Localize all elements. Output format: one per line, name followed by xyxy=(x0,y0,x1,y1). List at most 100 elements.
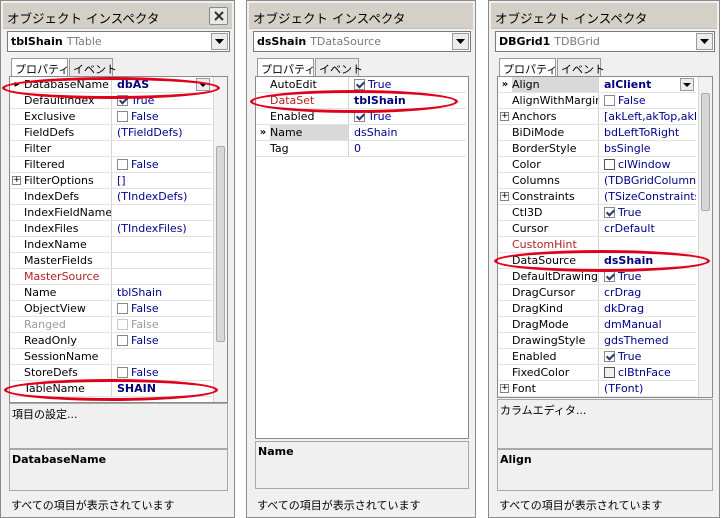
property-row[interactable]: Filtered False xyxy=(10,157,212,173)
property-row[interactable]: Filter xyxy=(10,141,212,157)
property-row[interactable]: Exclusive False xyxy=(10,109,212,125)
unchecked-checkbox[interactable] xyxy=(604,95,615,106)
property-row[interactable]: Name tblShain xyxy=(10,285,212,301)
property-value[interactable] xyxy=(114,269,212,284)
property-value[interactable]: False xyxy=(114,157,212,172)
property-value[interactable]: False xyxy=(601,93,696,108)
tab-properties[interactable]: プロパティ xyxy=(11,58,69,77)
title-bar[interactable]: オブジェクト インスペクタ xyxy=(249,3,473,29)
property-value[interactable]: (TIndexDefs) xyxy=(114,189,212,204)
checked-checkbox[interactable] xyxy=(117,95,128,106)
property-row[interactable]: Columns (TDBGridColumns) xyxy=(498,173,696,189)
value-dropdown-button[interactable] xyxy=(680,78,694,91)
property-value[interactable]: False xyxy=(114,109,212,124)
property-row[interactable]: MasterFields xyxy=(10,253,212,269)
property-value[interactable]: tblShain xyxy=(351,93,466,108)
tab-events[interactable]: イベント xyxy=(557,58,605,76)
property-row[interactable]: IndexDefs (TIndexDefs) xyxy=(10,189,212,205)
property-value[interactable]: crDrag xyxy=(601,285,696,300)
property-row[interactable]: IndexFieldName xyxy=(10,205,212,221)
tab-events[interactable]: イベント xyxy=(315,58,363,76)
property-row[interactable]: Enabled True xyxy=(498,349,696,365)
value-dropdown-button[interactable] xyxy=(196,78,210,91)
scroll-up-arrow[interactable] xyxy=(214,77,227,91)
plus-icon[interactable]: + xyxy=(500,384,509,393)
property-row[interactable]: DataSource dsShain xyxy=(498,253,696,269)
property-row[interactable]: ▸ DatabaseName dbAS xyxy=(10,77,212,93)
property-row[interactable]: IndexName xyxy=(10,237,212,253)
unchecked-checkbox[interactable] xyxy=(117,159,128,170)
plus-icon[interactable]: + xyxy=(500,192,509,201)
property-value[interactable]: dsShain xyxy=(351,125,466,140)
property-row[interactable]: AlignWithMargin False xyxy=(498,93,696,109)
property-row[interactable]: ReadOnly False xyxy=(10,333,212,349)
expand-plus-icon[interactable]: + xyxy=(498,189,512,204)
unchecked-checkbox[interactable] xyxy=(117,335,128,346)
property-value[interactable]: bsSingle xyxy=(601,141,696,156)
property-value[interactable] xyxy=(114,237,212,252)
property-value[interactable] xyxy=(601,237,696,252)
property-row[interactable]: Color clWindow xyxy=(498,157,696,173)
property-value[interactable]: gdsThemed xyxy=(601,333,696,348)
property-row[interactable]: » Align alClient xyxy=(498,77,696,93)
property-value[interactable]: dsShain xyxy=(601,253,696,268)
property-value[interactable]: (TIndexFiles) xyxy=(114,221,212,236)
property-value[interactable]: False xyxy=(114,333,212,348)
description-action-link[interactable]: カラムエディタ... xyxy=(500,402,586,418)
property-row[interactable]: +Anchors [akLeft,akTop,akRight xyxy=(498,109,696,125)
checked-checkbox[interactable] xyxy=(354,111,365,122)
scroll-down-arrow[interactable] xyxy=(699,383,712,397)
property-row[interactable]: + Constraints (TSizeConstraints) xyxy=(498,189,696,205)
unchecked-checkbox[interactable] xyxy=(117,303,128,314)
property-row[interactable]: SessionName xyxy=(10,349,212,365)
property-value[interactable]: dmManual xyxy=(601,317,696,332)
scroll-up-arrow[interactable] xyxy=(699,77,712,91)
plus-icon[interactable]: + xyxy=(500,112,509,121)
property-row[interactable]: IndexFiles (TIndexFiles) xyxy=(10,221,212,237)
property-row[interactable]: DragKind dkDrag xyxy=(498,301,696,317)
property-value[interactable]: (TFieldDefs) xyxy=(114,125,212,140)
vertical-scrollbar[interactable] xyxy=(698,77,712,397)
property-row[interactable]: Enabled True xyxy=(256,109,466,125)
property-row[interactable]: DefaultDrawing True xyxy=(498,269,696,285)
checked-checkbox[interactable] xyxy=(354,79,365,90)
property-row[interactable]: DataSet tblShain xyxy=(256,93,466,109)
property-value[interactable]: False xyxy=(114,317,212,332)
tab-properties[interactable]: プロパティ xyxy=(499,58,557,77)
property-row[interactable]: + FilterOptions [] xyxy=(10,173,212,189)
expand-plus-icon[interactable]: + xyxy=(498,109,512,124)
unchecked-checkbox[interactable] xyxy=(117,367,128,378)
property-row[interactable]: + Font (TFont) xyxy=(498,381,696,397)
property-value[interactable]: True xyxy=(601,205,696,220)
property-row[interactable]: DragCursor crDrag xyxy=(498,285,696,301)
checked-checkbox[interactable] xyxy=(604,207,615,218)
property-value[interactable]: False xyxy=(114,301,212,316)
plus-icon[interactable]: + xyxy=(12,176,21,185)
property-value[interactable] xyxy=(114,253,212,268)
property-value[interactable]: tblShain xyxy=(114,285,212,300)
property-value[interactable]: True xyxy=(601,349,696,364)
property-value[interactable]: (TSizeConstraints) xyxy=(601,189,696,204)
expand-plus-icon[interactable]: + xyxy=(10,173,24,188)
property-row[interactable]: » Name dsShain xyxy=(256,125,466,141)
scroll-thumb[interactable] xyxy=(701,93,710,211)
property-row[interactable]: BorderStyle bsSingle xyxy=(498,141,696,157)
property-value[interactable]: False xyxy=(114,365,212,380)
property-row[interactable]: StoreDefs False xyxy=(10,365,212,381)
title-bar[interactable]: オブジェクト インスペクタ xyxy=(491,3,717,29)
property-row[interactable]: FixedColor clBtnFace xyxy=(498,365,696,381)
component-dropdown-button[interactable] xyxy=(211,33,228,50)
vertical-scrollbar[interactable] xyxy=(213,77,227,402)
property-row[interactable]: DragMode dmManual xyxy=(498,317,696,333)
property-value[interactable]: [akLeft,akTop,akRight xyxy=(601,109,696,124)
property-value[interactable]: (TDBGridColumns) xyxy=(601,173,696,188)
property-value[interactable]: True xyxy=(351,77,466,92)
property-row[interactable]: Tag 0 xyxy=(256,141,466,157)
expand-plus-icon[interactable]: + xyxy=(498,381,512,396)
property-value[interactable] xyxy=(114,141,212,156)
property-value[interactable]: True xyxy=(351,109,466,124)
property-value[interactable]: SHAIN xyxy=(114,381,212,396)
tab-events[interactable]: イベント xyxy=(69,58,117,76)
property-row[interactable]: DefaultIndex True xyxy=(10,93,212,109)
component-dropdown-button[interactable] xyxy=(696,33,713,50)
